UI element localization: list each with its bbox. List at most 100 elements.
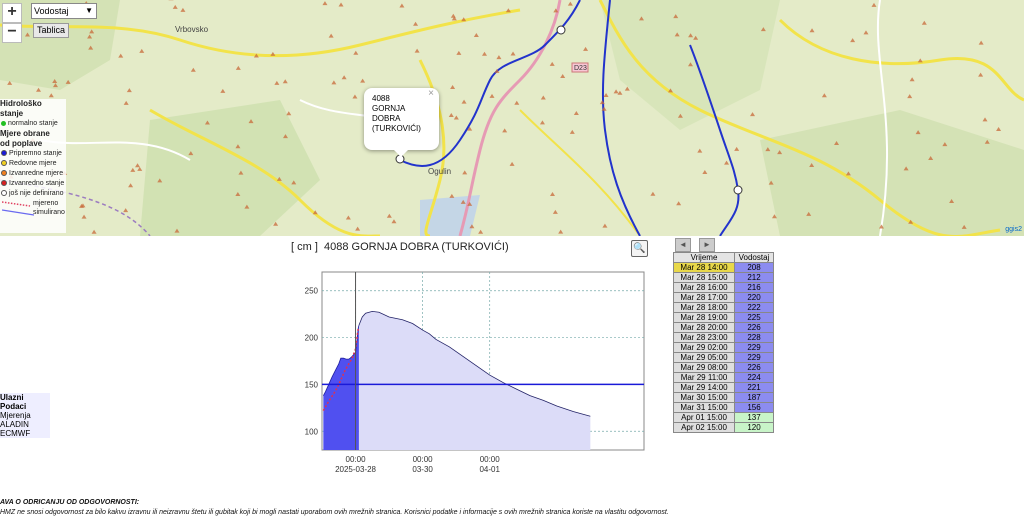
x-tick-time: 00:00 xyxy=(480,455,501,464)
next-arrow-icon[interactable]: ► xyxy=(699,238,715,252)
chart-unit: [ cm ] xyxy=(291,241,318,253)
table-cell-time: Mar 29 02:00 xyxy=(673,342,735,353)
table-row[interactable]: Mar 28 14:00 208 xyxy=(673,262,774,273)
table-cell-time: Mar 29 05:00 xyxy=(673,352,735,363)
map-canvas[interactable]: Vrbovsko Ogulin D23 xyxy=(0,0,1024,236)
x-tick-time: 00:00 xyxy=(346,455,367,464)
legend-item-normal: normalno stanje xyxy=(0,119,66,129)
table-cell-time: Apr 02 15:00 xyxy=(673,422,735,433)
table-row[interactable]: Mar 28 16:00 216 xyxy=(673,282,774,293)
input-data-item[interactable]: Mjerenja xyxy=(0,411,50,420)
table-cell-time: Mar 28 23:00 xyxy=(673,332,735,343)
input-data-item[interactable]: ALADIN xyxy=(0,420,50,429)
table-row[interactable]: Mar 29 05:00 229 xyxy=(673,352,774,363)
table-row[interactable]: Mar 28 18:00 222 xyxy=(673,302,774,313)
table-cell-level: 222 xyxy=(734,302,774,313)
legend-item: Izvanredne mjere xyxy=(0,169,66,179)
legend-item: Pripremno stanje xyxy=(0,149,66,159)
table-cell-time: Mar 28 14:00 xyxy=(673,262,735,273)
table-cell-time: Mar 31 15:00 xyxy=(673,402,735,413)
water-level-table: Vrijeme Vodostaj Mar 28 14:00 208 Mar 28 1… xyxy=(673,252,774,433)
input-data-item[interactable]: ECMWF xyxy=(0,429,50,438)
x-tick-date: 2025-03-28 xyxy=(335,465,376,474)
status-dot-icon xyxy=(1,190,7,197)
zoom-out-button[interactable]: − xyxy=(2,23,22,43)
table-cell-level: 187 xyxy=(734,392,774,403)
table-cell-time: Mar 30 15:00 xyxy=(673,392,735,403)
map-attribution[interactable]: ggis2 xyxy=(1005,226,1022,233)
legend-item: Izvanredno stanje xyxy=(0,179,66,189)
input-data-panel: Ulazni Podaci Mjerenja ALADIN ECMWF xyxy=(0,393,50,438)
table-cell-time: Mar 28 20:00 xyxy=(673,322,735,333)
popup-station-name-3: (TURKOVIĆI) xyxy=(372,124,421,133)
table-cell-level: 226 xyxy=(734,362,774,373)
layer-select-value: Vodostaj xyxy=(34,6,69,16)
y-tick-label: 150 xyxy=(305,380,319,389)
table-cell-level: 212 xyxy=(734,272,774,283)
legend-item: Redovne mjere xyxy=(0,159,66,169)
popup-station-id: 4088 xyxy=(372,94,390,103)
table-row[interactable]: Mar 29 08:00 226 xyxy=(673,362,774,373)
green-dot-icon xyxy=(1,120,6,126)
x-tick-time: 00:00 xyxy=(413,455,434,464)
table-button[interactable]: Tablica xyxy=(33,23,69,38)
disclaimer-heading: AVA O ODRICANJU OD ODGOVORNOSTI: xyxy=(0,499,140,506)
station-popup: 4088 GORNJA DOBRA (TURKOVIĆI) × xyxy=(364,88,439,157)
col-header-time: Vrijeme xyxy=(673,252,735,263)
disclaimer-text: HMZ ne snosi odgovornost za bilo kakvu i… xyxy=(0,509,669,516)
table-row[interactable]: Mar 28 15:00 212 xyxy=(673,272,774,283)
table-row[interactable]: Apr 01 15:00 137 xyxy=(673,412,774,423)
legend-heading-hydro: Hidrološko xyxy=(0,99,42,108)
popup-station-name-2: DOBRA xyxy=(372,114,401,123)
table-cell-time: Mar 28 17:00 xyxy=(673,292,735,303)
table-cell-level: 229 xyxy=(734,342,774,353)
table-row[interactable]: Mar 28 17:00 220 xyxy=(673,292,774,303)
table-cell-level: 224 xyxy=(734,372,774,383)
map-legend: Hidrološko stanje normalno stanje Mjere … xyxy=(0,99,66,233)
chevron-down-icon: ▼ xyxy=(85,6,93,15)
table-cell-level: 229 xyxy=(734,352,774,363)
x-tick-date: 04-01 xyxy=(479,465,500,474)
table-cell-time: Mar 28 16:00 xyxy=(673,282,735,293)
table-cell-time: Mar 28 15:00 xyxy=(673,272,735,283)
chart-title: [ cm ] 4088 GORNJA DOBRA (TURKOVIĆI) xyxy=(291,241,509,253)
table-cell-time: Mar 29 14:00 xyxy=(673,382,735,393)
table-row[interactable]: Mar 29 02:00 229 xyxy=(673,342,774,353)
status-dot-icon xyxy=(1,150,7,157)
table-row[interactable]: Mar 28 20:00 226 xyxy=(673,322,774,333)
legend-heading-flood-2: od poplave xyxy=(0,139,43,148)
disclaimer: AVA O ODRICANJU OD ODGOVORNOSTI: HMZ ne … xyxy=(0,498,669,518)
legend-item: još nije definirano xyxy=(0,189,66,199)
prev-arrow-icon[interactable]: ◄ xyxy=(675,238,691,252)
water-level-chart: 10015020025000:002025-03-2800:0003-3000:… xyxy=(305,271,645,474)
table-cell-time: Mar 28 19:00 xyxy=(673,312,735,323)
table-row[interactable]: Mar 30 15:00 187 xyxy=(673,392,774,403)
map-view[interactable]: Vrbovsko Ogulin D23 + − Vodostaj ▼ Tablic… xyxy=(0,0,1024,236)
table-row[interactable]: Mar 28 19:00 225 xyxy=(673,312,774,323)
chart-station: 4088 GORNJA DOBRA (TURKOVIĆI) xyxy=(324,241,509,253)
table-cell-level: 208 xyxy=(734,262,774,273)
table-cell-level: 228 xyxy=(734,332,774,343)
table-row[interactable]: Mar 29 11:00 224 xyxy=(673,372,774,383)
status-dot-icon xyxy=(1,160,7,167)
table-cell-level: 221 xyxy=(734,382,774,393)
map-road-label: D23 xyxy=(574,65,587,72)
y-tick-label: 200 xyxy=(305,334,319,343)
table-row[interactable]: Mar 31 15:00 156 xyxy=(673,402,774,413)
layer-select[interactable]: Vodostaj ▼ xyxy=(31,3,97,19)
y-tick-label: 100 xyxy=(305,427,319,436)
zoom-in-button[interactable]: + xyxy=(2,3,22,23)
x-tick-date: 03-30 xyxy=(412,465,433,474)
table-cell-level: 216 xyxy=(734,282,774,293)
table-cell-time: Mar 29 11:00 xyxy=(673,372,735,383)
map-label-ogulin: Ogulin xyxy=(428,167,451,176)
table-cell-level: 220 xyxy=(734,292,774,303)
legend-item-simulated: simulirano xyxy=(0,208,66,217)
table-row[interactable]: Apr 02 15:00 120 xyxy=(673,422,774,433)
table-row[interactable]: Mar 29 14:00 221 xyxy=(673,382,774,393)
legend-item-measured: mjereno xyxy=(0,199,66,208)
table-cell-time: Mar 28 18:00 xyxy=(673,302,735,313)
magnifier-icon[interactable]: 🔍 xyxy=(631,240,648,257)
table-row[interactable]: Mar 28 23:00 228 xyxy=(673,332,774,343)
close-icon[interactable]: × xyxy=(428,89,434,99)
